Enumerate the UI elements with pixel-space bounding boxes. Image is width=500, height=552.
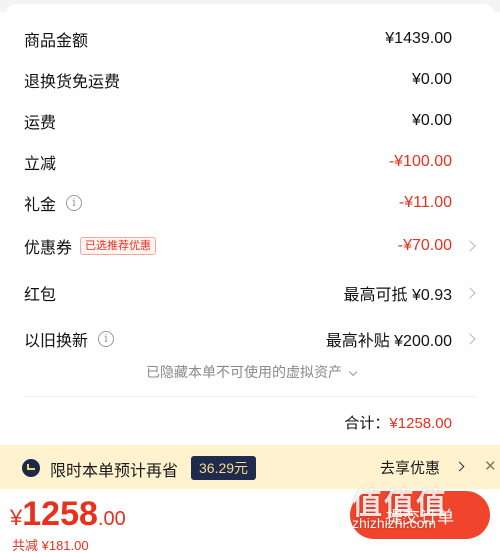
hidden-assets-toggle[interactable]: 已隐藏本单不可使用的虚拟资产 <box>0 362 500 382</box>
recommended-coupon-tag: 已选推荐优惠 <box>80 237 157 255</box>
free-return-value: ¥0.00 <box>411 71 452 88</box>
shipping-fee-label: 运费 <box>24 115 57 132</box>
total-line: 合计：¥1258.00 <box>344 412 452 433</box>
promo-text: 限时本单预计再省 <box>50 463 179 480</box>
price-decimal: .00 <box>97 508 126 530</box>
chevron-right-icon[interactable] <box>464 333 476 345</box>
trade-in-text: 以旧换新 <box>24 333 89 350</box>
total-label: 合计： <box>344 415 390 432</box>
row-red-packet[interactable]: 红包 最高可抵 ¥0.93 <box>0 278 500 308</box>
gift-money-text: 礼金 <box>24 197 57 214</box>
hidden-assets-text: 已隐藏本单不可使用的虚拟资产 <box>146 364 342 380</box>
chevron-right-icon[interactable] <box>464 287 476 299</box>
chevron-right-icon[interactable] <box>464 240 476 252</box>
total-amount: ¥1258.00 <box>389 415 452 432</box>
coupon-text: 优惠券 <box>24 240 73 257</box>
row-gift-money: 礼金 i -¥11.00 <box>0 188 500 218</box>
close-icon[interactable]: ✕ <box>484 457 497 475</box>
red-packet-value: 最高可抵 ¥0.93 <box>343 287 453 304</box>
row-shipping-fee: 运费 ¥0.00 <box>0 106 500 136</box>
trade-in-value: 最高补贴 ¥200.00 <box>325 333 452 350</box>
instant-discount-value: -¥100.00 <box>388 153 452 170</box>
gift-money-value: -¥11.00 <box>398 194 452 211</box>
free-return-label: 退换货免运费 <box>24 74 121 91</box>
chevron-right-icon[interactable] <box>454 461 465 472</box>
coupon-value: -¥70.00 <box>397 237 452 254</box>
price-integer: 1258 <box>22 495 98 533</box>
coupon-label: 优惠券 已选推荐优惠 <box>24 234 157 258</box>
red-packet-label: 红包 <box>24 287 57 304</box>
clock-icon <box>22 459 40 477</box>
goods-amount-label: 商品金额 <box>24 33 89 50</box>
goods-amount-value: ¥1439.00 <box>385 30 452 47</box>
chevron-down-icon <box>348 367 358 377</box>
savings-badge: 36.29元 <box>191 456 257 480</box>
info-icon[interactable]: i <box>66 195 83 211</box>
row-coupon[interactable]: 优惠券 已选推荐优惠 -¥70.00 <box>0 231 500 261</box>
row-instant-discount: 立减 -¥100.00 <box>0 147 500 177</box>
instant-discount-label: 立减 <box>24 156 57 173</box>
price-currency: ¥ <box>10 505 23 530</box>
trade-in-label: 以旧换新 i <box>24 327 115 351</box>
divider <box>24 396 476 397</box>
row-free-return-shipping: 退换货免运费 ¥0.00 <box>0 65 500 95</box>
row-trade-in[interactable]: 以旧换新 i 最高补贴 ¥200.00 <box>0 324 500 354</box>
info-icon[interactable]: i <box>98 331 115 347</box>
row-goods-amount: 商品金额 ¥1439.00 <box>0 24 500 54</box>
gift-money-label: 礼金 i <box>24 191 83 215</box>
shipping-fee-value: ¥0.00 <box>411 112 452 129</box>
share-discount-link[interactable]: 去享优惠 <box>380 457 440 478</box>
final-price: ¥1258.00 <box>10 495 126 534</box>
total-saved: 共减 ¥181.00 <box>12 538 89 552</box>
watermark-url: zhizhizhi.com <box>352 515 437 531</box>
